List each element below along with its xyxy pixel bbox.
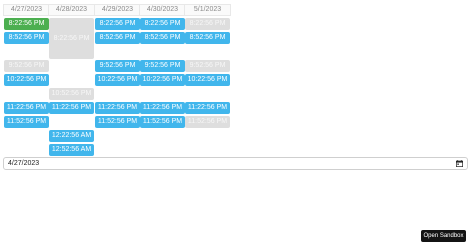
time-slot-disabled: 8:22:56 PM [185, 18, 230, 30]
time-slot[interactable]: 11:22:56 PM [95, 102, 140, 114]
day-column-header: 4/30/2023 [139, 4, 186, 16]
day-column-5: 5/1/2023 8:22:56 PM 8:52:56 PM 9:52:56 P… [184, 4, 231, 168]
time-slot[interactable]: 8:52:56 PM [185, 32, 230, 44]
day-column-3: 4/29/2023 8:22:56 PM 8:52:56 PM 9:52:56 … [94, 4, 141, 168]
time-slot[interactable]: 8:22:56 PM [95, 18, 140, 30]
time-slot-list: 8:22:56 PM 8:52:56 PM 9:52:56 PM 10:22:5… [95, 18, 140, 168]
time-slot[interactable]: 11:52:56 PM [95, 116, 140, 128]
time-slot[interactable]: 8:52:56 PM [4, 32, 49, 44]
day-column-header: 4/27/2023 [3, 4, 50, 16]
time-slot[interactable]: 12:52:56 AM [49, 144, 94, 156]
time-slot[interactable]: 10:22:56 PM [140, 74, 185, 86]
time-slot[interactable]: 11:52:56 PM [4, 116, 49, 128]
time-slot[interactable]: 8:52:56 PM [95, 32, 140, 44]
time-slot[interactable]: 9:52:56 PM [140, 60, 185, 72]
time-slot-list: 8:22:56 PM 8:52:56 PM 9:52:56 PM 10:22:5… [140, 18, 185, 168]
date-input-value: 4/27/2023 [8, 160, 40, 167]
time-slot[interactable]: 10:22:56 PM [185, 74, 230, 86]
time-slot[interactable]: 8:52:56 PM [140, 32, 185, 44]
day-column-header: 4/29/2023 [94, 4, 141, 16]
time-slot[interactable]: 11:22:56 PM [140, 102, 185, 114]
time-slot-list: 8:22:56 PM 8:52:56 PM 9:52:56 PM 10:22:5… [185, 18, 230, 168]
time-slot-disabled: 9:52:56 PM [185, 60, 230, 72]
day-column-header: 5/1/2023 [184, 4, 231, 16]
time-slot[interactable]: 11:22:56 PM [185, 102, 230, 114]
time-slot[interactable]: 8:22:56 PM [140, 18, 185, 30]
day-column-header: 4/28/2023 [48, 4, 95, 16]
date-input[interactable]: 4/27/2023 [3, 157, 468, 170]
calendar-icon[interactable] [456, 160, 463, 167]
time-slot[interactable]: 10:22:56 PM [95, 74, 140, 86]
time-slot-disabled: 9:52:56 PM [4, 60, 49, 72]
time-slot[interactable]: 11:22:56 PM [4, 102, 49, 114]
day-column-4: 4/30/2023 8:22:56 PM 8:52:56 PM 9:52:56 … [139, 4, 186, 168]
time-slot-disabled: 11:52:56 PM [185, 116, 230, 128]
day-column-1: 4/27/2023 8:22:56 PM 8:52:56 PM 9:52:56 … [3, 4, 50, 168]
time-slot-list: 8:22:56 PM 10:52:56 PM 11:22:56 PM 12:22… [49, 18, 94, 168]
time-slot-disabled: 8:22:56 PM [49, 18, 94, 59]
time-slot-selected[interactable]: 8:22:56 PM [4, 18, 49, 30]
time-slot[interactable]: 12:22:56 AM [49, 130, 94, 142]
time-slot-disabled: 10:52:56 PM [49, 88, 94, 100]
time-slot[interactable]: 11:22:56 PM [49, 102, 94, 114]
time-slot[interactable]: 9:52:56 PM [95, 60, 140, 72]
day-column-2: 4/28/2023 8:22:56 PM 10:52:56 PM 11:22:5… [48, 4, 95, 168]
open-sandbox-button[interactable]: Open Sandbox [421, 230, 466, 242]
time-slot[interactable]: 11:52:56 PM [140, 116, 185, 128]
time-slot-list: 8:22:56 PM 8:52:56 PM 9:52:56 PM 10:22:5… [4, 18, 49, 168]
time-slot[interactable]: 10:22:56 PM [4, 74, 49, 86]
